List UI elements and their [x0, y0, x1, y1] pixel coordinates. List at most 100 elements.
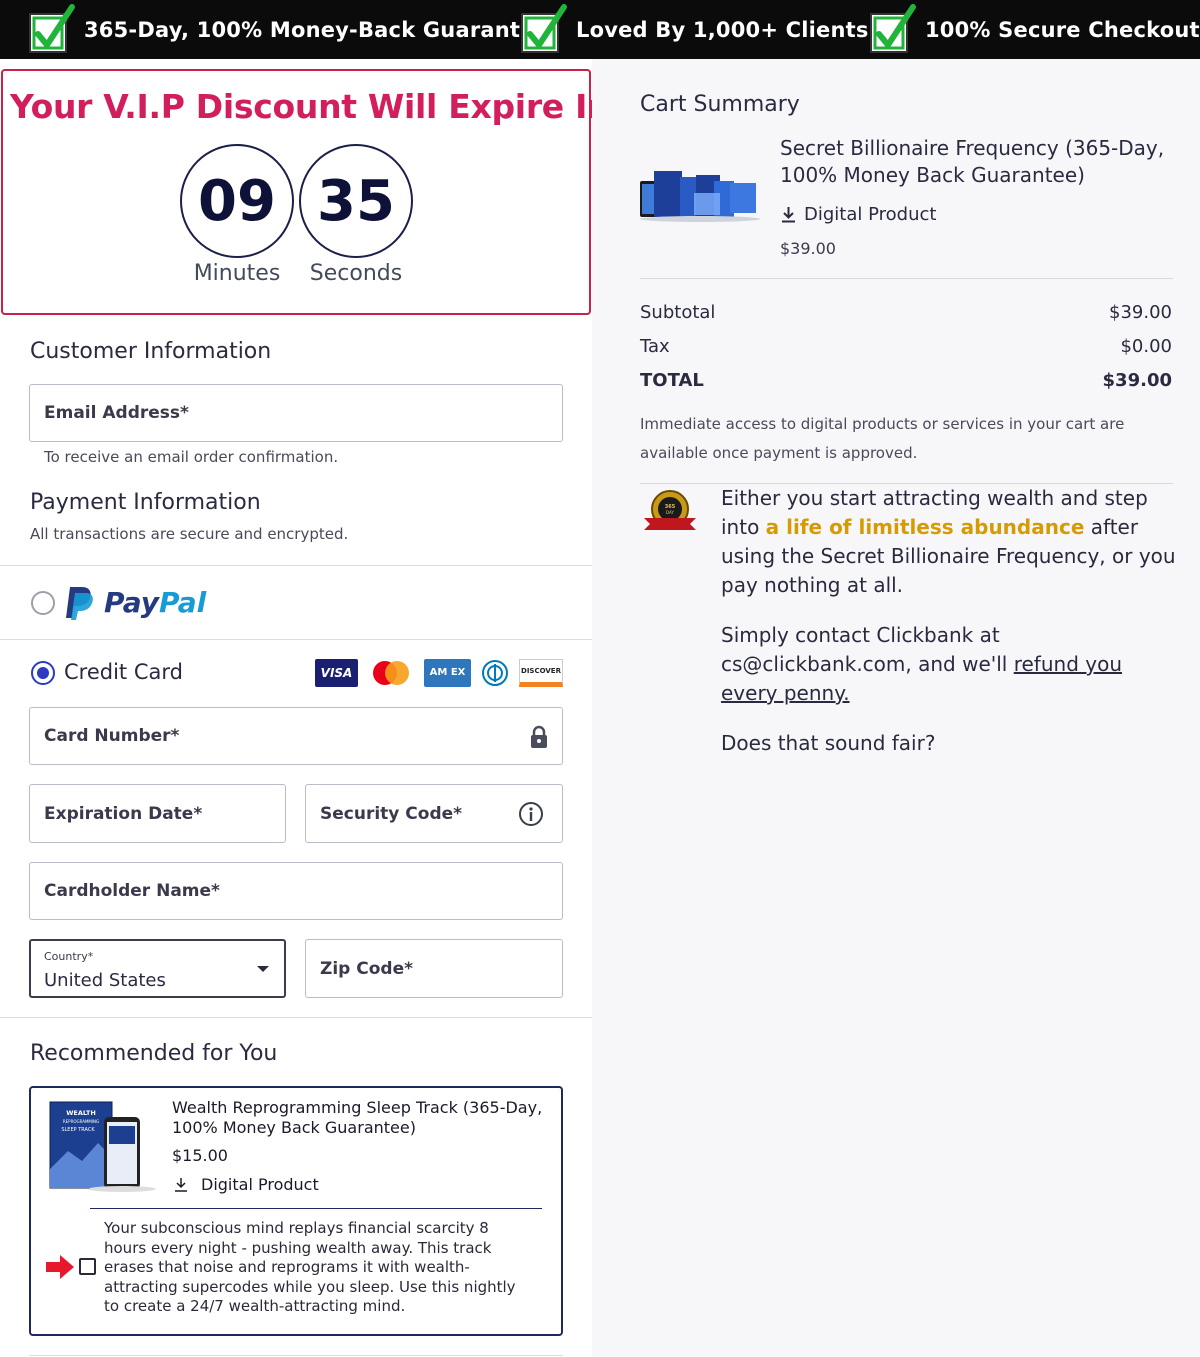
mastercard-icon: [373, 661, 409, 685]
upsell-checkbox[interactable]: [79, 1258, 96, 1275]
svg-text:SLEEP TRACK: SLEEP TRACK: [61, 1127, 95, 1133]
lock-icon: [531, 725, 547, 748]
checkbox-check-icon: [29, 3, 75, 53]
upsell-product-name-line: 100% Money Back Guarantee): [172, 1118, 416, 1137]
expiration-date-field[interactable]: Expiration Date*: [29, 784, 286, 843]
email-field[interactable]: Email Address*: [29, 384, 563, 442]
trust-bar: 365-Day, 100% Money-Back Guarantee Loved…: [0, 0, 1200, 59]
upsell-product-name: Wealth Reprogramming Sleep Track (365-Da…: [172, 1098, 542, 1138]
subtotal-label: Subtotal: [640, 302, 716, 323]
cardholder-name-field[interactable]: Cardholder Name*: [29, 862, 563, 920]
upsell-description-line: erases that noise and reprograms it with…: [104, 1258, 470, 1276]
cart-product-type: Digital Product: [804, 204, 937, 225]
guarantee-paragraph-2: Simply contact Clickbank at cs@clickbank…: [721, 621, 1181, 708]
upsell-price: $15.00: [172, 1146, 228, 1165]
discover-card-icon: DISCOVER: [519, 659, 563, 687]
tax-label: Tax: [640, 336, 670, 357]
country-select-value: United States: [44, 970, 166, 991]
arrow-right-icon: [46, 1255, 74, 1279]
access-note-line: available once payment is approved.: [640, 444, 918, 462]
trust-item-label: 100% Secure Checkout: [925, 17, 1200, 42]
guarantee-highlight: a life of limitless abundance: [765, 515, 1085, 539]
access-note-line: Immediate access to digital products or …: [640, 415, 1125, 433]
product-image-sleep-track: WEALTH REPROGRAMMING SLEEP TRACK: [49, 1101, 156, 1192]
trust-item-guarantee: 365-Day, 100% Money-Back Guarantee: [28, 0, 549, 59]
customer-info-title: Customer Information: [30, 339, 272, 364]
recommended-title: Recommended for You: [30, 1041, 278, 1066]
credit-card-label: Credit Card: [64, 660, 183, 684]
checkbox-check-icon: [870, 3, 916, 53]
timer-minutes: 09: [180, 144, 294, 258]
card-number-label: Card Number*: [44, 726, 180, 746]
divider: [90, 1208, 542, 1209]
diners-club-icon: [482, 660, 508, 686]
expiration-date-label: Expiration Date*: [44, 803, 203, 824]
svg-text:WEALTH: WEALTH: [66, 1109, 96, 1117]
cart-summary-title: Cart Summary: [640, 92, 800, 117]
timer-title: Your V.I.P Discount Will Expire In...: [10, 87, 647, 126]
subtotal-value: $39.00: [1109, 302, 1172, 323]
guarantee-text: Simply contact Clickbank at cs@clickbank…: [721, 623, 1014, 676]
timer-seconds-label: Seconds: [309, 261, 403, 286]
email-hint: To receive an email order confirmation.: [44, 448, 339, 466]
divider: [640, 278, 1173, 279]
timer-seconds: 35: [299, 144, 413, 258]
upsell-description-line: attracting supercodes while you sleep. U…: [104, 1277, 516, 1296]
upsell-description-line: Your subconscious mind replays financial…: [104, 1219, 489, 1237]
svg-text:DAY: DAY: [666, 510, 674, 515]
product-image-bundle: [640, 171, 760, 222]
paypal-radio[interactable]: [31, 591, 55, 615]
guarantee-paragraph-3: Does that sound fair?: [721, 731, 936, 755]
cart-summary-column: Cart Summary Secret Billionaire Frequenc…: [592, 59, 1200, 1357]
upsell-card: WEALTH REPROGRAMMING SLEEP TRACK Wealth …: [29, 1086, 563, 1336]
divider: [29, 1355, 563, 1356]
trust-item-label: Loved By 1,000+ Clients: [576, 17, 869, 42]
divider: [0, 1017, 592, 1018]
cart-product-price: $39.00: [780, 239, 836, 258]
country-select-label: Country*: [44, 950, 94, 963]
upsell-description-line: to create a 24/7 wealth-attracting mind.: [104, 1297, 406, 1315]
cardholder-name-label: Cardholder Name*: [44, 881, 220, 901]
paypal-wordmark-pay: Pay: [104, 586, 160, 619]
credit-card-option[interactable]: Credit Card VISA AM EX DISCOVER: [0, 640, 592, 700]
tax-value: $0.00: [1120, 336, 1172, 357]
upsell-description: Your subconscious mind replays financial…: [104, 1219, 516, 1317]
cart-product-name-line: Secret Billionaire Frequency (365-Day,: [780, 136, 1165, 160]
trust-item-secure: 100% Secure Checkout: [869, 0, 1200, 59]
chevron-down-icon: [257, 966, 269, 972]
security-code-field[interactable]: Security Code*: [305, 784, 563, 843]
paypal-wordmark: PayPal: [104, 586, 206, 619]
paypal-option[interactable]: PayPal: [0, 566, 592, 639]
credit-card-radio[interactable]: [31, 661, 55, 685]
payment-info-subtitle: All transactions are secure and encrypte…: [30, 525, 349, 543]
payment-info-title: Payment Information: [30, 490, 261, 515]
info-icon[interactable]: [518, 801, 544, 827]
cart-product-name-line: 100% Money Back Guarantee): [780, 163, 1085, 187]
card-number-field[interactable]: Card Number*: [29, 707, 563, 765]
checkbox-check-icon: [521, 3, 567, 53]
email-field-label: Email Address*: [44, 403, 189, 423]
svg-text:REPROGRAMMING: REPROGRAMMING: [63, 1119, 99, 1124]
amex-card-icon: AM EX: [424, 659, 471, 687]
cart-product-name: Secret Billionaire Frequency (365-Day, 1…: [780, 135, 1164, 189]
upsell-product-type: Digital Product: [201, 1175, 319, 1194]
download-icon: [782, 207, 795, 223]
access-note: Immediate access to digital products or …: [640, 410, 1124, 468]
total-label: TOTAL: [640, 370, 704, 391]
upsell-description-line: hours every night - pushing wealth away.…: [104, 1238, 492, 1257]
paypal-wordmark-pal: Pal: [159, 586, 207, 619]
upsell-product-name-line: Wealth Reprogramming Sleep Track (365-Da…: [172, 1098, 543, 1117]
trust-item-label: 365-Day, 100% Money-Back Guarantee: [84, 17, 550, 42]
zip-code-field[interactable]: Zip Code*: [305, 939, 563, 998]
guarantee-paragraph-1: Either you start attracting wealth and s…: [721, 484, 1181, 600]
security-code-label: Security Code*: [320, 803, 463, 824]
zip-code-label: Zip Code*: [320, 958, 413, 979]
guarantee-badge-icon: 365 DAY: [644, 490, 696, 530]
country-select[interactable]: Country* United States: [29, 939, 286, 998]
trust-item-clients: Loved By 1,000+ Clients: [520, 0, 869, 59]
visa-card-icon: VISA: [315, 659, 358, 687]
download-icon: [175, 1178, 187, 1192]
paypal-logo-icon: [66, 587, 93, 620]
checkout-form-column: Your V.I.P Discount Will Expire In... 09…: [0, 59, 647, 1357]
discount-timer: Your V.I.P Discount Will Expire In... 09…: [1, 69, 647, 315]
